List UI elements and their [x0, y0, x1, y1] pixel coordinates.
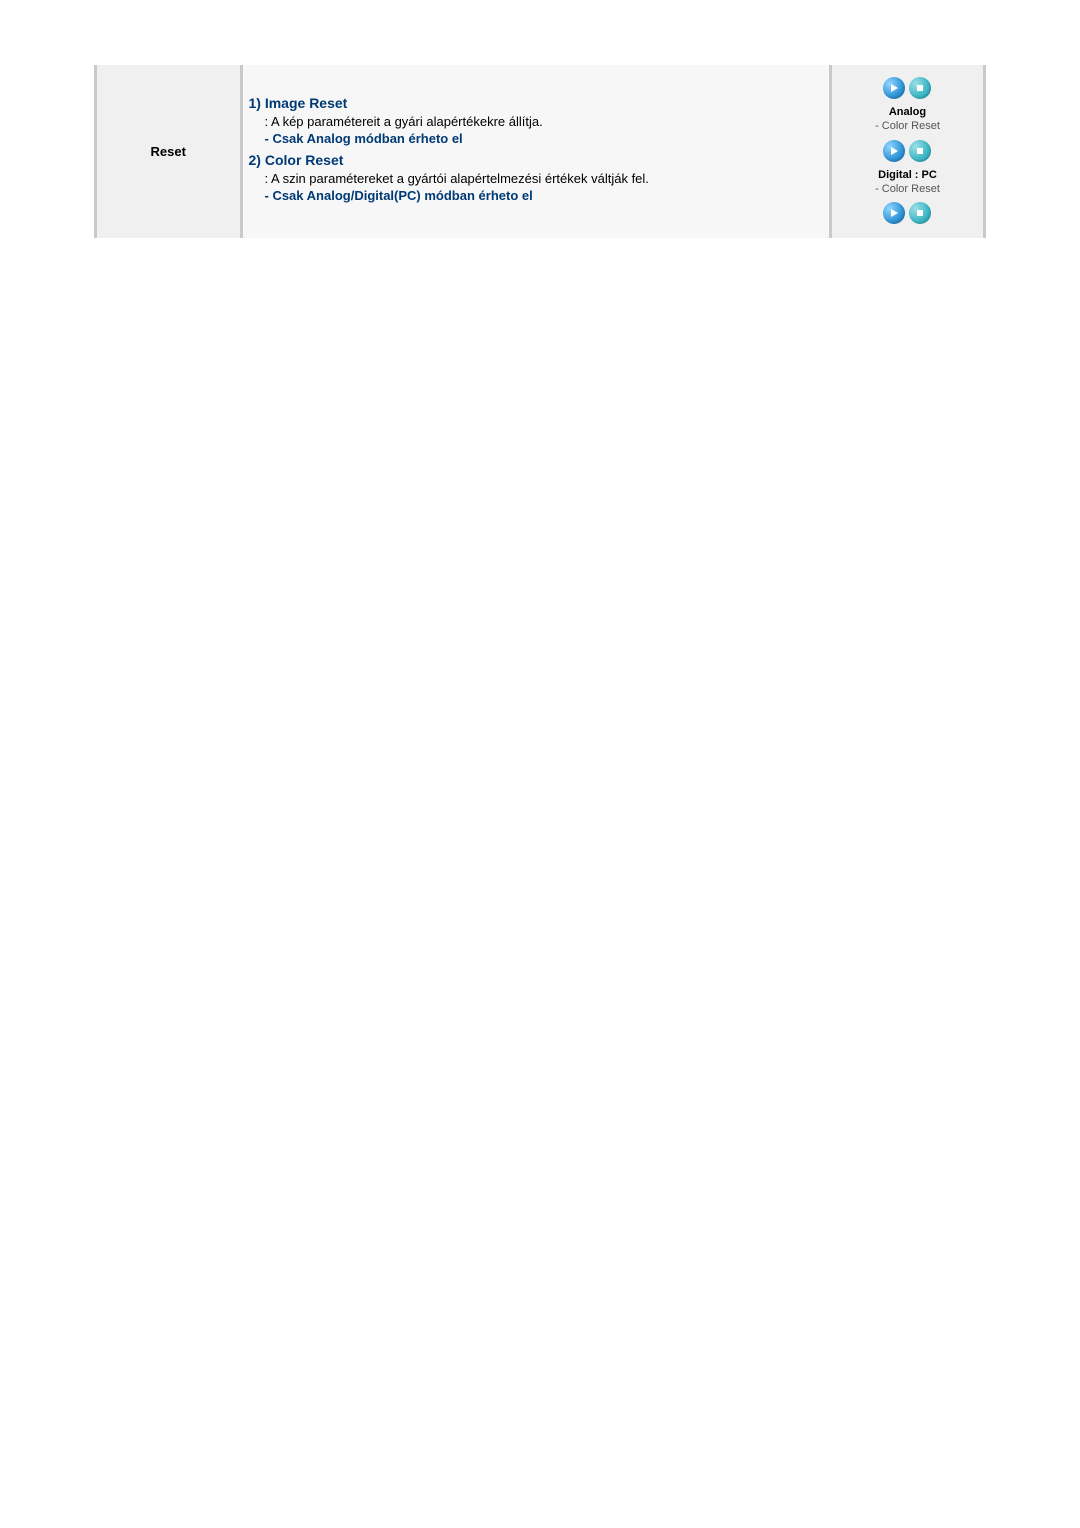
reset-table: Reset 1) Image Reset : A kép paraméterei…	[94, 65, 986, 238]
side-subtitle: - Color Reset	[838, 182, 977, 196]
stop-icon[interactable]	[909, 202, 931, 224]
side-title: Digital : PC	[838, 168, 977, 182]
side-title: Analog	[838, 105, 977, 119]
stop-icon[interactable]	[909, 140, 931, 162]
reset-item-image: 1) Image Reset : A kép paramétereit a gy…	[249, 95, 823, 148]
row-label-cell: Reset	[96, 65, 242, 238]
item-description: : A szin paramétereket a gyártói alapért…	[265, 170, 823, 188]
side-block-analog: Analog - Color Reset	[838, 105, 977, 134]
side-block-top-icons	[838, 77, 977, 99]
stop-icon[interactable]	[909, 77, 931, 99]
item-description: : A kép paramétereit a gyári alapértékek…	[265, 113, 823, 131]
side-block-mid-icons	[838, 140, 977, 162]
play-icon[interactable]	[883, 77, 905, 99]
item-note: - Csak Analog/Digital(PC) módban érheto …	[265, 187, 823, 205]
row-side-cell: Analog - Color Reset Digital : PC	[830, 65, 984, 238]
side-subtitle: - Color Reset	[838, 119, 977, 133]
item-title: 1) Image Reset	[249, 95, 823, 111]
play-icon[interactable]	[883, 202, 905, 224]
item-title: 2) Color Reset	[249, 152, 823, 168]
side-block-bottom-icons	[838, 202, 977, 224]
side-block-digital: Digital : PC - Color Reset	[838, 168, 977, 197]
row-description-cell: 1) Image Reset : A kép paramétereit a gy…	[241, 65, 830, 238]
item-note: - Csak Analog módban érheto el	[265, 130, 823, 148]
play-icon[interactable]	[883, 140, 905, 162]
table-row: Reset 1) Image Reset : A kép paraméterei…	[96, 65, 985, 238]
row-label: Reset	[151, 144, 186, 159]
reset-item-color: 2) Color Reset : A szin paramétereket a …	[249, 152, 823, 205]
